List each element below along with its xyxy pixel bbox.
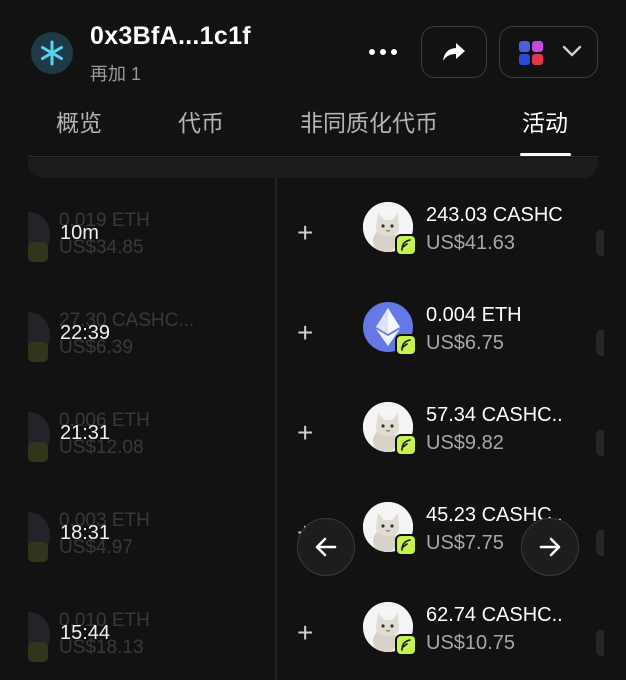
list-item[interactable]: 0.006 ETH US$12.08 21:31 + 57.34 CASHC..…: [0, 402, 626, 502]
incoming-indicator: +: [297, 217, 314, 248]
next-card-edge: [596, 630, 604, 656]
next-card-edge: [596, 330, 604, 356]
activity-amount: 62.74 CASHC..: [426, 604, 563, 626]
tab-bar: 概览 代币 非同质化代币 活动: [0, 96, 626, 158]
snowflake-icon[interactable]: [31, 32, 73, 74]
feather-badge-icon: [395, 234, 417, 256]
activity-time: 15:44: [60, 622, 111, 644]
panel-edge: [28, 158, 598, 178]
arrow-right-icon: [539, 537, 561, 557]
tab-tokens[interactable]: 代币: [178, 104, 224, 138]
wallet-header: 0x3BfA...1c1f 再加 1: [0, 0, 626, 96]
activity-value: US$6.75: [426, 332, 504, 354]
activity-amount: 243.03 CASHC: [426, 204, 563, 226]
more-icon[interactable]: [360, 30, 406, 74]
arrow-left-icon: [315, 537, 337, 557]
share-button[interactable]: [421, 26, 487, 78]
tab-divider: [28, 156, 598, 157]
chevron-down-icon: [562, 45, 582, 57]
wallet-subtitle: 再加 1: [90, 64, 142, 84]
tab-activity[interactable]: 活动: [522, 104, 568, 138]
incoming-indicator: +: [297, 317, 314, 348]
tab-overview[interactable]: 概览: [56, 104, 102, 138]
activity-time: 21:31: [60, 422, 111, 444]
feather-badge-icon: [395, 334, 417, 356]
incoming-indicator: +: [297, 617, 314, 648]
list-item[interactable]: 27.30 CASHC... US$6.39 22:39 + 0.004 ETH…: [0, 302, 626, 402]
network-selector[interactable]: [499, 26, 598, 78]
feather-badge-icon: [395, 534, 417, 556]
network-grid-icon: [519, 41, 543, 65]
previous-button[interactable]: [297, 518, 355, 576]
share-icon: [443, 43, 465, 61]
activity-time: 22:39: [60, 322, 111, 344]
incoming-indicator: +: [297, 417, 314, 448]
next-card-edge: [596, 230, 604, 256]
activity-time: 10m: [60, 222, 99, 244]
feather-badge-icon: [395, 634, 417, 656]
activity-list: 0.019 ETH US$34.85 10m + 243.03 CASHC US…: [0, 158, 626, 680]
activity-time: 18:31: [60, 522, 111, 544]
wallet-address[interactable]: 0x3BfA...1c1f: [90, 22, 251, 51]
tab-nfts[interactable]: 非同质化代币: [300, 104, 438, 138]
next-card-edge: [596, 430, 604, 456]
activity-amount: 57.34 CASHC..: [426, 404, 563, 426]
activity-value: US$7.75: [426, 532, 504, 554]
list-item[interactable]: 0.010 ETH US$18.13 15:44 + 62.74 CASHC..…: [0, 602, 626, 680]
feather-badge-icon: [395, 434, 417, 456]
next-card-edge: [596, 530, 604, 556]
activity-amount: 0.004 ETH: [426, 304, 522, 326]
activity-value: US$9.82: [426, 432, 504, 454]
list-item[interactable]: 0.019 ETH US$34.85 10m + 243.03 CASHC US…: [0, 202, 626, 302]
activity-value: US$41.63: [426, 232, 515, 254]
next-button[interactable]: [521, 518, 579, 576]
activity-value: US$10.75: [426, 632, 515, 654]
